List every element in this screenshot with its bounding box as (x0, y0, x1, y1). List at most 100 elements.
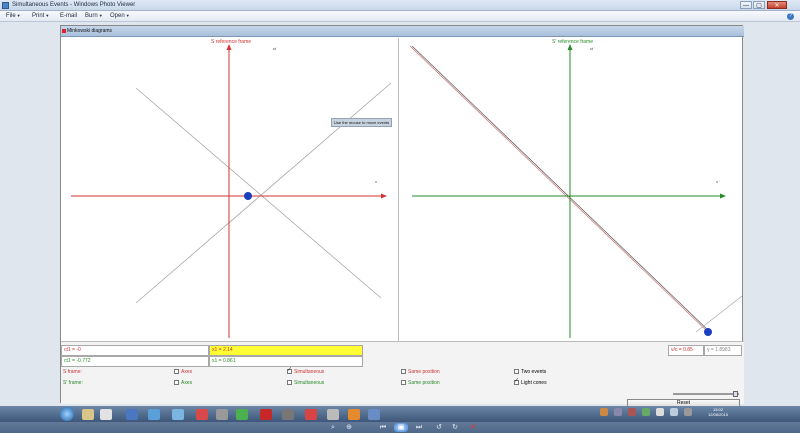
airplane-icon[interactable] (126, 409, 138, 420)
light-cone-line (411, 45, 711, 333)
app-icon-light[interactable] (327, 409, 339, 420)
close-button[interactable]: ✕ (767, 1, 787, 9)
rotate-left-icon[interactable]: ↺ (434, 423, 444, 432)
x1-field[interactable]: x1 = 2.14 (209, 345, 363, 356)
network-icon[interactable] (670, 408, 678, 416)
s-prime-frame-panel[interactable]: S' reference frame ct ' x ' (400, 38, 742, 341)
light-cones-label: Light cones (521, 380, 547, 386)
s-prime-frame-diagram[interactable] (400, 38, 742, 341)
help-icon[interactable]: ? (787, 13, 794, 20)
taskbar: 15:02 12/08/2015 (0, 406, 800, 422)
app-icon (2, 2, 9, 9)
next-icon[interactable]: ⏭ (414, 423, 424, 432)
tray-icon[interactable] (628, 408, 636, 416)
fit-window-icon[interactable]: ⊕ (344, 423, 354, 432)
volume-icon[interactable] (656, 408, 664, 416)
checkbox-box[interactable] (401, 380, 406, 386)
menu-file[interactable]: File▼ (6, 13, 21, 19)
checkbox-box[interactable] (174, 369, 179, 375)
app-icon-red[interactable] (305, 409, 317, 420)
simultaneous-line (409, 45, 709, 333)
menu-email[interactable]: E-mail (60, 13, 77, 19)
photo-area: Minkowski diagrams S reference frame ct … (0, 22, 800, 408)
same-position-s-prime-label: Same position (408, 380, 440, 386)
menu-print[interactable]: Print▼ (32, 13, 49, 19)
checkbox-box[interactable] (401, 369, 406, 375)
checkbox-box[interactable] (514, 369, 519, 375)
battery-icon[interactable] (684, 408, 692, 416)
slider-knob[interactable] (733, 391, 738, 397)
chrome-icon[interactable] (236, 409, 248, 420)
ct1-field[interactable]: ct1 = -0 (61, 345, 209, 356)
photo-viewer-window: Simultaneous Events - Windows Photo View… (0, 0, 800, 433)
simultaneous-s-label: Simultaneous (294, 369, 325, 375)
simultaneous-s-prime-label: Simultaneous (294, 380, 325, 386)
chevron-down-icon: ▼ (16, 13, 21, 18)
menu-print-label: Print (32, 13, 45, 19)
minimize-button[interactable]: — (740, 1, 752, 9)
photo-viewer-icon[interactable] (368, 409, 380, 420)
simultaneous-s-checkbox[interactable]: Simultaneous (287, 367, 325, 376)
x-axis-label: x (375, 179, 377, 184)
light-cones-checkbox[interactable]: Light cones (514, 378, 547, 387)
velocity-slider[interactable] (673, 391, 739, 397)
menu-open[interactable]: Open▼ (110, 13, 130, 19)
windows-start-icon[interactable] (60, 407, 74, 421)
axes-s-prime-label: Axes (181, 380, 193, 386)
s-prime-frame-label-text: S' frame: (63, 380, 83, 386)
event-point-transformed[interactable] (704, 328, 712, 336)
axes-s-checkbox[interactable]: Axes (174, 369, 192, 376)
explorer-icon[interactable] (82, 409, 94, 420)
viewer-toolbar: 15:02 12/08/2015 ⌕ ⊕ ⏮ ▣ ⏭ ↺ ↻ ✕ (0, 406, 800, 433)
checkbox-box[interactable] (174, 380, 179, 386)
maximize-button[interactable]: ▢ (753, 1, 765, 9)
previous-icon[interactable]: ⏮ (378, 423, 388, 432)
same-position-s-checkbox[interactable]: Same position (401, 369, 440, 376)
s-frame-panel[interactable]: S reference frame ct x Use the mouse to … (61, 38, 399, 341)
slider-track[interactable] (673, 393, 739, 395)
tray-icon[interactable] (600, 408, 608, 416)
viewer-controls: ⌕ ⊕ ⏮ ▣ ⏭ ↺ ↻ ✕ (326, 422, 486, 433)
s-frame-label-text: S frame: (63, 369, 82, 375)
same-position-s-prime-checkbox[interactable]: Same position (401, 380, 440, 387)
s-prime-frame-label: S' frame: (63, 380, 83, 387)
same-position-s-label: Same position (408, 369, 440, 375)
dialog-title-bar: Minkowski diagrams (61, 26, 744, 37)
acrobat-icon[interactable] (260, 409, 272, 420)
clock[interactable]: 15:02 12/08/2015 (708, 407, 728, 417)
app-icon-gray[interactable] (282, 409, 294, 420)
ct-prime-axis-label: ct ' (590, 46, 595, 51)
controls-panel: ct1 = -0 x1 = 2.14 ct1 = -0.772 x1 = 0.8… (61, 341, 744, 408)
rotate-right-icon[interactable]: ↻ (450, 423, 460, 432)
s-frame-diagram[interactable] (61, 38, 399, 341)
ct1-prime-field: ct1 = -0.772 (61, 356, 209, 367)
image-icon[interactable] (148, 409, 160, 420)
folder-icon[interactable] (172, 409, 184, 420)
menu-burn-label: Burn (85, 13, 98, 19)
media-icon[interactable] (196, 409, 208, 420)
notes-icon[interactable] (100, 409, 112, 420)
device-icon[interactable] (216, 409, 228, 420)
x1-prime-field: x1 = 0.861 (209, 356, 363, 367)
two-events-label: Two events (521, 369, 547, 375)
checkbox-box-checked[interactable] (287, 367, 292, 375)
two-events-checkbox[interactable]: Two events (514, 369, 546, 376)
delete-icon[interactable]: ✕ (468, 423, 478, 432)
menu-file-label: File (6, 13, 16, 19)
zoom-icon[interactable]: ⌕ (328, 423, 338, 432)
axes-s-prime-checkbox[interactable]: Axes (174, 380, 192, 387)
tray-icon[interactable] (642, 408, 650, 416)
java-icon[interactable] (348, 409, 360, 420)
s-prime-frame-title: S' reference frame (552, 39, 593, 45)
checkbox-box[interactable] (287, 380, 292, 386)
event-point[interactable] (244, 192, 252, 200)
ct-axis-label: ct (273, 46, 277, 51)
velocity-field[interactable]: v/c = 0.85 (668, 345, 704, 356)
slideshow-icon[interactable]: ▣ (394, 423, 408, 432)
menu-bar: File▼ Print▼ E-mail Burn▼ Open▼ ? (0, 11, 800, 22)
simultaneous-s-prime-checkbox[interactable]: Simultaneous (287, 380, 324, 387)
tray-icon[interactable] (614, 408, 622, 416)
checkbox-box-checked[interactable] (514, 378, 519, 386)
chevron-down-icon: ▼ (45, 13, 50, 18)
menu-burn[interactable]: Burn▼ (85, 13, 103, 19)
